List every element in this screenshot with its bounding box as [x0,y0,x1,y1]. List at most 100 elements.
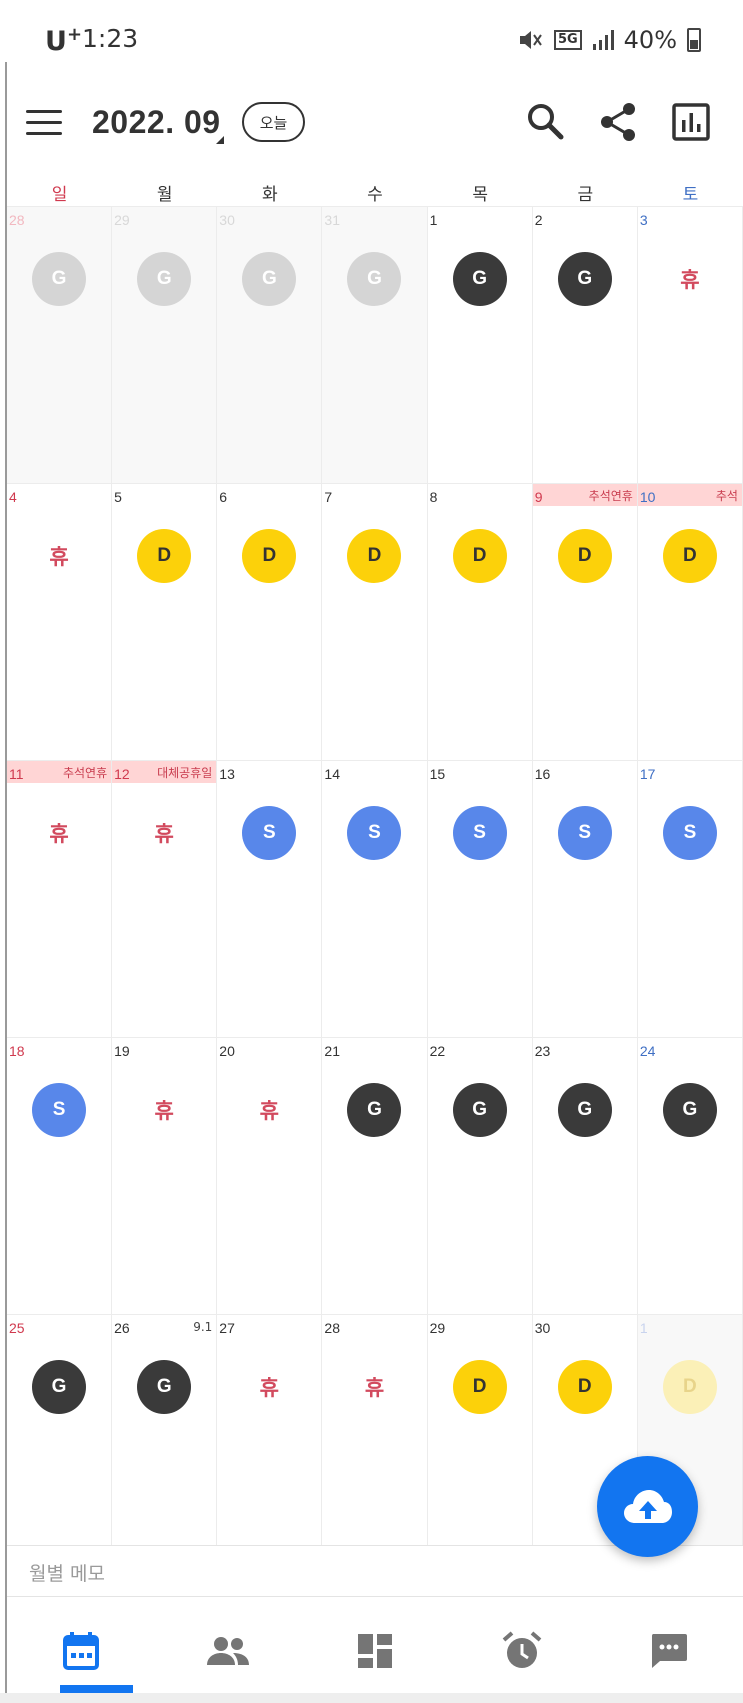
calendar-day-cell[interactable]: 14 S [322,761,428,1037]
day-number: 14 [324,766,340,782]
shift-badge: D [347,529,402,583]
rest-day-label: 휴 [259,1100,279,1123]
shift-badge: G [242,252,297,306]
shift-badge: D [452,529,507,583]
weekday-fri: 금 [577,185,594,205]
shift-badge: D [242,529,297,583]
day-number: 4 [9,489,17,505]
shift-badge: D [662,529,717,583]
share-icon[interactable] [597,100,641,144]
day-number: 28 [324,1320,340,1336]
holiday-name: 추석 [715,489,738,503]
weekday-sun: 일 [51,185,68,205]
weekday-wed: 수 [367,185,383,205]
app-bar: 2022. 09 오늘 [0,80,743,165]
shift-badge: G [452,252,507,306]
calendar-day-cell[interactable]: 19 휴 [112,1038,218,1314]
weekday-header: 일 월 화 수 목 금 토 [7,180,743,206]
calendar-day-cell[interactable]: 16 S [532,761,638,1037]
alarm-icon [502,1630,542,1668]
shift-badge: S [452,806,507,860]
shift-badge: G [557,1083,612,1137]
month-title[interactable]: 2022. 09 [92,104,221,141]
calendar-day-cell[interactable]: 1G [427,207,533,483]
day-number: 1 [639,1320,648,1336]
day-number: 9 [534,489,543,505]
calendar-day-cell[interactable]: 23 G [532,1038,638,1314]
chat-icon [652,1633,688,1668]
today-button[interactable]: 오늘 [242,102,305,142]
calendar-day-cell[interactable]: 24 G [637,1038,743,1314]
calendar-day-cell[interactable]: 18 S [7,1038,113,1314]
shift-badge: G [32,252,87,306]
nav-dashboard[interactable] [301,1598,448,1703]
network-5g-badge: 5G [553,30,582,50]
day-number: 20 [219,1043,235,1059]
shift-badge: S [662,806,717,860]
shift-badge: G [452,1083,507,1137]
calendar-day-cell[interactable]: 3휴 [637,207,743,483]
calendar-week: 11 추석연휴 휴 12 대체공휴일 휴 13 S 14 S 15 S 16 S 17 S [7,760,743,1037]
calendar-day-cell[interactable]: 8D [427,484,533,760]
day-number: 21 [324,1043,340,1059]
day-number: 2 [534,212,543,228]
calendar-day-cell[interactable]: 21 G [322,1038,428,1314]
calendar-day-cell[interactable]: 28 G [7,207,113,483]
nav-chat[interactable] [596,1598,743,1703]
month-dropdown-caret-icon[interactable] [216,136,224,144]
nav-calendar[interactable] [7,1598,154,1703]
day-number: 15 [429,766,446,782]
nav-people[interactable] [154,1598,301,1703]
holiday-name: 대체공휴일 [157,766,213,780]
statistics-icon[interactable] [669,100,713,144]
calendar-day-cell[interactable]: 17 S [637,761,743,1037]
nav-alarm[interactable] [449,1598,596,1703]
calendar-day-cell[interactable]: 29 G [112,207,218,483]
rest-day-label: 휴 [259,1377,279,1400]
shift-badge: G [137,1360,192,1414]
calendar-day-cell[interactable]: 5D [112,484,218,760]
calendar-day-cell[interactable]: 9 추석연휴 D [532,484,638,760]
rest-day-label: 휴 [49,823,69,846]
shift-badge: G [557,252,612,306]
calendar-day-cell[interactable]: 31 G [322,207,428,483]
day-number: 28 [9,212,25,228]
dashboard-icon [358,1633,392,1668]
calendar-day-cell[interactable]: 4휴 [7,484,113,760]
calendar-day-cell[interactable]: 12 대체공휴일 휴 [112,761,218,1037]
search-icon[interactable] [523,100,567,144]
day-number: 1 [429,212,438,228]
day-number: 26 [114,1320,130,1336]
calendar-day-cell[interactable]: 15 S [427,761,533,1037]
shift-badge: S [557,806,612,860]
calendar-day-cell[interactable]: 30 G [217,207,323,483]
mute-icon [519,31,542,49]
bottom-system-strip [0,1693,743,1703]
calendar-week: 18 S 19 휴 20 휴 21 G 22 G 23 G 24 G [7,1037,743,1314]
calendar-day-cell[interactable]: 22 G [427,1038,533,1314]
monthly-memo-placeholder: 월별 메모 [29,1563,105,1585]
calendar-day-cell[interactable]: 2G [532,207,638,483]
calendar-day-cell[interactable]: 13 S [217,761,323,1037]
day-number: 22 [429,1043,446,1059]
shift-badge: G [32,1360,87,1414]
signal-icon [592,30,614,50]
status-time: 1:23 [82,24,139,53]
rest-day-label: 휴 [364,1377,385,1400]
calendar-day-cell[interactable]: 6D [217,484,323,760]
weekday-mon: 월 [156,185,173,205]
shift-badge: D [662,1360,717,1414]
day-number: 5 [114,489,122,505]
calendar-day-cell[interactable]: 10 추석 D [637,484,743,760]
shift-badge: S [32,1083,87,1137]
calendar-day-cell[interactable]: 20 휴 [217,1038,323,1314]
rest-day-label: 휴 [154,1100,174,1123]
status-bar: U+ 1:23 5G 40% [0,0,743,80]
shift-badge: D [137,529,192,583]
battery-icon [687,28,701,52]
holiday-name: 추석연휴 [588,489,633,503]
calendar-day-cell[interactable]: 11 추석연휴 휴 [7,761,113,1037]
menu-button[interactable] [24,104,64,140]
calendar-day-cell[interactable]: 7D [322,484,428,760]
cloud-upload-button[interactable] [597,1456,698,1557]
